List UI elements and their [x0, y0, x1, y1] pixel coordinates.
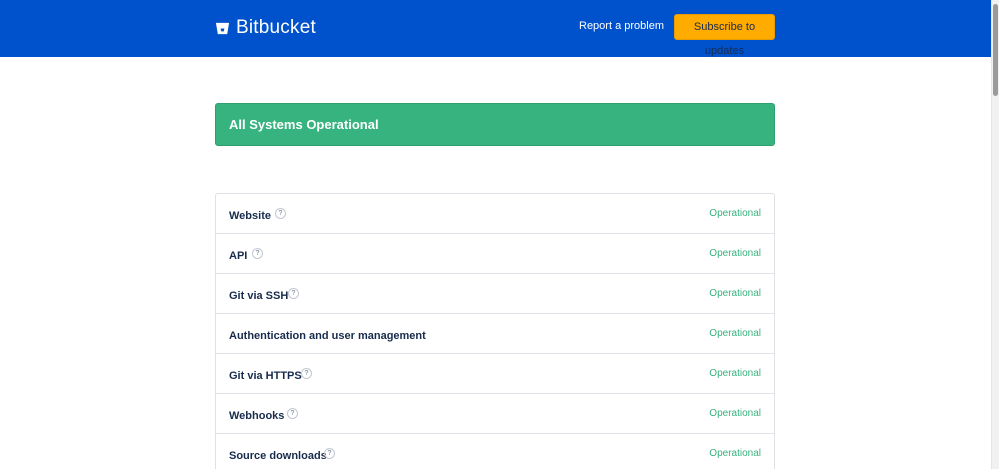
help-icon[interactable]: ? [252, 248, 263, 259]
help-icon[interactable]: ? [287, 408, 298, 419]
component-name: API [229, 250, 248, 262]
component-status: Operational [709, 368, 761, 379]
component-row: Website ? Operational [216, 194, 774, 234]
component-name: Source downloads [229, 450, 327, 462]
component-status: Operational [709, 248, 761, 259]
help-icon[interactable]: ? [275, 208, 286, 219]
component-row: Git via SSH ? Operational [216, 274, 774, 314]
component-row: Webhooks ? Operational [216, 394, 774, 434]
subscribe-button[interactable]: Subscribe to updates [674, 14, 775, 57]
component-status: Operational [709, 448, 761, 459]
report-problem-link[interactable]: Report a problem [579, 20, 664, 32]
status-banner-text: All Systems Operational [229, 117, 379, 132]
help-icon[interactable]: ? [288, 288, 299, 299]
component-row: Authentication and user management Opera… [216, 314, 774, 354]
scrollbar[interactable] [991, 0, 999, 469]
component-name: Git via SSH [229, 290, 289, 302]
component-name: Authentication and user management [229, 330, 426, 342]
brand-name: Bitbucket [236, 17, 316, 38]
component-row: Source downloads ? Operational [216, 434, 774, 469]
scrollbar-thumb[interactable] [993, 4, 998, 96]
component-row: Git via HTTPS ? Operational [216, 354, 774, 394]
help-icon[interactable]: ? [301, 368, 312, 379]
component-row: API ? Operational [216, 234, 774, 274]
component-status: Operational [709, 408, 761, 419]
page-header: Bitbucket Report a problem Subscribe to … [0, 0, 991, 57]
component-name: Webhooks [229, 410, 285, 422]
component-status: Operational [709, 288, 761, 299]
bitbucket-bucket-icon [215, 22, 230, 34]
component-list: Website ? Operational API ? Operational … [215, 193, 775, 469]
component-status: Operational [709, 328, 761, 339]
status-banner: All Systems Operational [215, 103, 775, 146]
component-name: Git via HTTPS [229, 370, 302, 382]
bitbucket-logo[interactable]: Bitbucket [215, 16, 316, 40]
help-icon[interactable]: ? [324, 448, 335, 459]
component-status: Operational [709, 208, 761, 219]
component-name: Website [229, 210, 271, 222]
